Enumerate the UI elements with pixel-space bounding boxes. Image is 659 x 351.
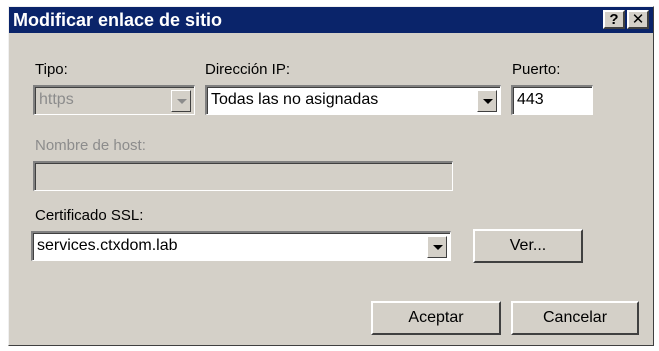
ip-address-value: Todas las no asignadas	[211, 91, 379, 108]
tipo-label: Tipo:	[35, 61, 68, 78]
modify-site-binding-dialog: Modificar enlace de sitio ? ✕ Tipo: Dire…	[8, 6, 654, 346]
ssl-certificate-select[interactable]: services.ctxdom.lab	[31, 231, 451, 261]
tipo-dropdown-arrow-icon	[171, 90, 191, 112]
cancel-button[interactable]: Cancelar	[511, 301, 639, 335]
tipo-value: https	[39, 91, 74, 108]
ssl-dropdown-arrow-icon[interactable]	[427, 236, 447, 258]
host-name-input	[33, 161, 453, 191]
tipo-select: https	[33, 85, 195, 115]
title-bar: Modificar enlace de sitio ? ✕	[9, 7, 653, 33]
ip-address-dropdown-arrow-icon[interactable]	[477, 90, 497, 112]
host-name-label: Nombre de host:	[35, 137, 146, 154]
accept-button[interactable]: Aceptar	[371, 301, 501, 335]
window-title: Modificar enlace de sitio	[13, 10, 223, 30]
ssl-certificate-label: Certificado SSL:	[35, 207, 144, 224]
port-label: Puerto:	[512, 61, 561, 78]
port-input[interactable]: 443	[511, 85, 593, 115]
ip-address-select[interactable]: Todas las no asignadas	[205, 85, 501, 115]
ssl-certificate-value: services.ctxdom.lab	[37, 237, 178, 254]
help-button[interactable]: ?	[603, 10, 625, 29]
ip-address-label: Dirección IP:	[205, 61, 291, 78]
close-button[interactable]: ✕	[627, 10, 649, 29]
view-certificate-button[interactable]: Ver...	[473, 229, 583, 263]
